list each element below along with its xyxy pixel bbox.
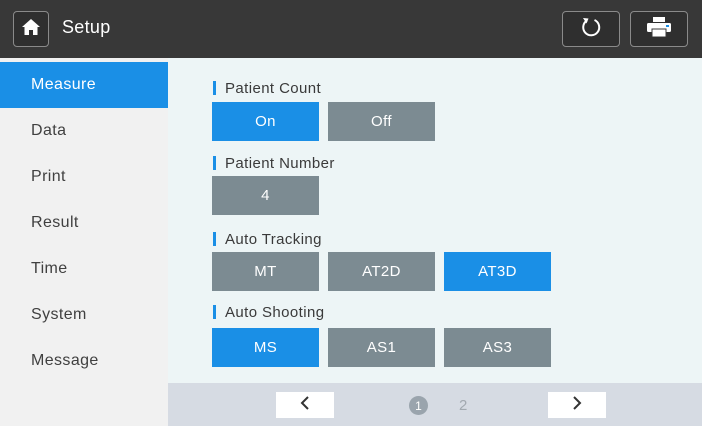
patient-number-label: Patient Number bbox=[213, 155, 335, 172]
auto-shooting-as1-button[interactable]: AS1 bbox=[328, 328, 435, 367]
sidebar-item-message[interactable]: Message bbox=[0, 338, 168, 384]
auto-tracking-at2d-button[interactable]: AT2D bbox=[328, 252, 435, 291]
print-button[interactable] bbox=[630, 11, 688, 47]
sidebar: Measure Data Print Result Time System Me… bbox=[0, 58, 168, 426]
next-page-button[interactable] bbox=[548, 392, 606, 418]
sidebar-item-data[interactable]: Data bbox=[0, 108, 168, 154]
sidebar-item-time[interactable]: Time bbox=[0, 246, 168, 292]
chevron-right-icon bbox=[572, 395, 582, 415]
auto-shooting-label: Auto Shooting bbox=[213, 304, 324, 321]
sidebar-item-measure[interactable]: Measure bbox=[0, 62, 168, 108]
patient-count-label: Patient Count bbox=[213, 80, 321, 97]
auto-tracking-at3d-button[interactable]: AT3D bbox=[444, 252, 551, 291]
sidebar-item-result[interactable]: Result bbox=[0, 200, 168, 246]
home-icon bbox=[22, 18, 40, 40]
page-title: Setup bbox=[62, 17, 111, 37]
page-indicator-2[interactable]: 2 bbox=[459, 396, 467, 415]
patient-number-field[interactable]: 4 bbox=[212, 176, 319, 215]
refresh-icon bbox=[580, 16, 602, 43]
home-button[interactable] bbox=[13, 11, 49, 47]
pagination-bar: 1 2 bbox=[168, 383, 702, 426]
auto-tracking-mt-button[interactable]: MT bbox=[212, 252, 319, 291]
top-bar: Setup bbox=[0, 0, 702, 58]
page-indicator-current[interactable]: 1 bbox=[409, 396, 428, 415]
patient-count-on-button[interactable]: On bbox=[212, 102, 319, 141]
auto-shooting-ms-button[interactable]: MS bbox=[212, 328, 319, 367]
patient-count-off-button[interactable]: Off bbox=[328, 102, 435, 141]
sidebar-item-print[interactable]: Print bbox=[0, 154, 168, 200]
auto-tracking-label: Auto Tracking bbox=[213, 231, 322, 248]
printer-icon bbox=[647, 16, 671, 42]
auto-shooting-as3-button[interactable]: AS3 bbox=[444, 328, 551, 367]
settings-panel: Patient Count On Off Patient Number 4 Au… bbox=[168, 58, 702, 383]
chevron-left-icon bbox=[300, 395, 310, 415]
prev-page-button[interactable] bbox=[276, 392, 334, 418]
sidebar-item-system[interactable]: System bbox=[0, 292, 168, 338]
refresh-button[interactable] bbox=[562, 11, 620, 47]
